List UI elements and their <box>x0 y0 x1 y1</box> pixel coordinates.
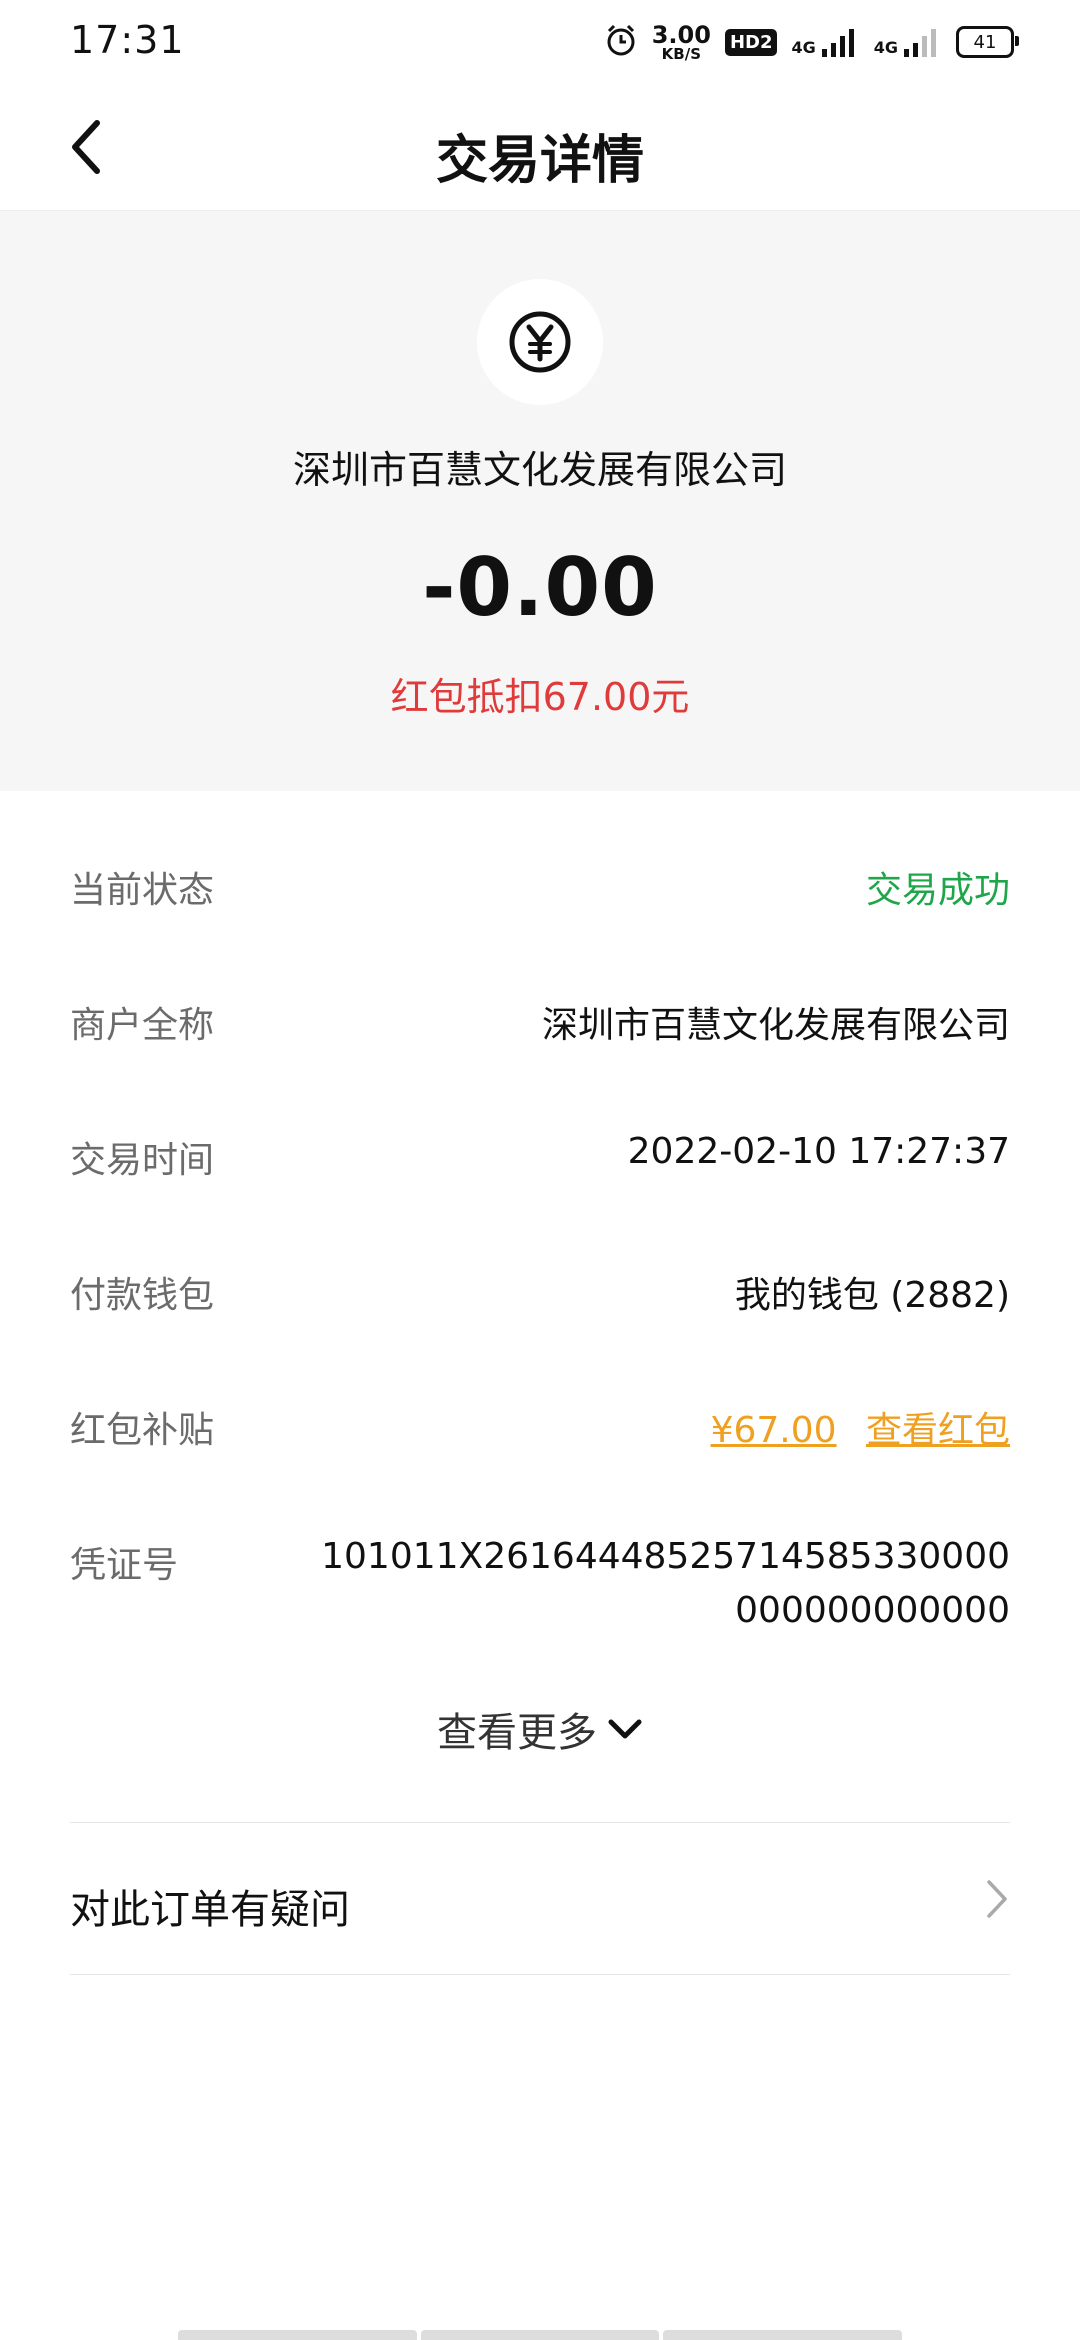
detail-label: 红包补贴 <box>70 1410 215 1451</box>
status-icons: 3.00 KB/S HD2 4G 4G 41 <box>604 20 1019 64</box>
signal-sim2-icon: 4G <box>874 27 942 57</box>
subsidy-value: ¥67.00 查看红包 <box>711 1401 1010 1453</box>
merchant-value: 深圳市百慧文化发展有限公司 <box>541 1005 1010 1046</box>
wallet-value: 我的钱包 (2882) <box>734 1275 1010 1316</box>
gesture-bar <box>178 2330 903 2340</box>
detail-label: 付款钱包 <box>70 1275 215 1316</box>
chevron-down-icon <box>608 1719 642 1739</box>
status-value: 交易成功 <box>865 870 1010 911</box>
view-more-label: 查看更多 <box>437 1710 597 1756</box>
gesture-bar-segment <box>420 2330 660 2340</box>
detail-label: 交易时间 <box>70 1140 215 1181</box>
detail-label: 凭证号 <box>70 1545 179 1586</box>
signal-sim1-icon: 4G <box>791 27 859 57</box>
divider <box>70 1822 1010 1823</box>
summary-merchant-name: 深圳市百慧文化发展有限公司 <box>292 448 787 492</box>
view-red-packet-link[interactable]: 查看红包 <box>866 1410 1010 1451</box>
divider <box>70 1974 1010 1975</box>
detail-row-subsidy: 红包补贴 ¥67.00 查看红包 <box>70 1331 1010 1466</box>
page-title: 交易详情 <box>435 131 644 191</box>
order-question-row[interactable]: 对此订单有疑问 <box>70 1825 1010 1975</box>
subsidy-amount-link[interactable]: ¥67.00 <box>711 1410 837 1451</box>
status-bar: 17:31 3.00 KB/S HD2 4G 4G 41 <box>0 0 1080 84</box>
nav-bar: 交易详情 <box>0 84 1080 211</box>
chevron-right-icon <box>984 1877 1010 1925</box>
merchant-logo <box>477 279 603 405</box>
time-value: 2022-02-10 17:27:37 <box>627 1131 1010 1172</box>
view-more-button[interactable]: 查看更多 <box>0 1700 1080 1758</box>
transaction-amount: -0.00 <box>422 541 658 634</box>
gesture-bar-segment <box>178 2330 417 2340</box>
detail-row-voucher: 凭证号 101011X26164448525714585330000000000… <box>70 1466 1010 1666</box>
detail-row-merchant: 商户全称 深圳市百慧文化发展有限公司 <box>70 926 1010 1061</box>
battery-icon: 41 <box>956 26 1019 58</box>
hd-voice-icon: HD2 <box>724 28 778 56</box>
yuan-coin-icon <box>509 311 571 373</box>
status-time: 17:31 <box>70 18 185 62</box>
detail-label: 商户全称 <box>70 1005 215 1046</box>
transaction-summary: 深圳市百慧文化发展有限公司 -0.00 红包抵扣67.00元 <box>0 211 1080 791</box>
alarm-icon <box>604 23 638 61</box>
detail-row-status: 当前状态 交易成功 <box>70 791 1010 926</box>
transaction-details: 当前状态 交易成功 商户全称 深圳市百慧文化发展有限公司 交易时间 2022-0… <box>70 791 1010 1666</box>
detail-row-time: 交易时间 2022-02-10 17:27:37 <box>70 1061 1010 1196</box>
network-speed: 3.00 KB/S <box>651 20 711 63</box>
detail-label: 当前状态 <box>70 870 215 911</box>
gesture-bar-segment <box>663 2330 903 2340</box>
detail-row-wallet: 付款钱包 我的钱包 (2882) <box>70 1196 1010 1331</box>
order-question-label: 对此订单有疑问 <box>70 1887 350 1933</box>
red-packet-discount: 红包抵扣67.00元 <box>390 675 690 719</box>
voucher-value: 101011X261644485257145853300000000000000… <box>321 1536 1010 1631</box>
